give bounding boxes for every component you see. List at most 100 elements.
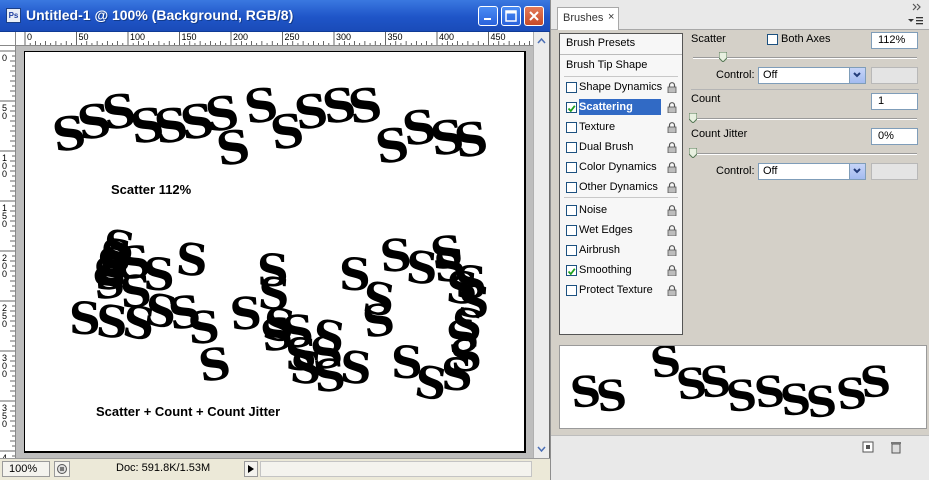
both-axes-checkbox[interactable] [767,34,778,45]
maximize-button[interactable] [501,6,521,26]
both-axes-label: Both Axes [781,33,831,45]
trash-icon[interactable] [889,440,903,454]
zoom-field[interactable]: 100% [2,461,50,477]
option-checkbox[interactable] [566,142,577,153]
maximize-icon [505,10,517,22]
preview-strokes: SSSSSSSSSSS [568,346,893,428]
lock-icon[interactable] [667,225,677,237]
scatter-slider-thumb[interactable] [719,52,728,62]
control-1-select[interactable]: Off [758,67,866,84]
checkmark-icon [567,105,576,113]
close-window-button[interactable] [524,6,544,26]
count-jitter-slider-track[interactable] [693,153,917,155]
vertical-ruler[interactable]: 050100150200250300350400 [0,46,16,458]
option-checkbox[interactable] [566,285,577,296]
option-noise[interactable]: Noise [560,201,682,221]
option-label: Wet Edges [579,224,633,236]
count-slider-thumb[interactable] [689,113,697,123]
lock-icon[interactable] [667,205,677,217]
option-checkbox[interactable] [566,182,577,193]
caption-scatter: Scatter 112% [111,182,192,197]
panel-tab-bar: Brushes × [551,0,929,30]
panel-menu-icon[interactable] [907,16,925,26]
image-canvas[interactable]: SSSSSSSSSSSSSSSSSSSSSSSSSSSSSSSSSSSSSSSS… [24,51,526,453]
lock-icon[interactable] [667,265,677,277]
control-2-select[interactable]: Off [758,163,866,180]
tab-close-icon[interactable]: × [608,11,614,23]
option-protect-texture[interactable]: Protect Texture [560,281,682,301]
option-checkbox[interactable] [566,122,577,133]
brush-stroke-preview: SSSSSSSSSSS [559,345,927,429]
lock-icon[interactable] [667,142,677,154]
count-label: Count [691,93,721,105]
lock-icon[interactable] [667,82,677,94]
dropdown-arrow-icon [849,68,865,83]
ruler-label: 0 [2,419,7,429]
ruler-label: 0 [2,219,7,229]
horizontal-scrollbar[interactable] [260,461,532,477]
option-airbrush[interactable]: Airbrush [560,241,682,261]
lock-icon[interactable] [667,285,677,297]
ruler-origin[interactable] [0,32,16,46]
status-bar: 100% Doc: 591.8K/1.53M [0,458,550,480]
scroll-down-icon[interactable] [534,442,549,456]
brush-stroke-glyph: S [338,342,373,395]
option-color-dynamics[interactable]: Color Dynamics [560,158,682,178]
ruler-label: 0 [2,269,7,279]
control-1-label: Control: [716,69,755,81]
section-divider [691,89,919,90]
ruler-label: 250 [285,32,300,42]
option-checkbox[interactable] [566,205,577,216]
option-label: Texture [579,121,616,133]
lock-icon[interactable] [667,162,677,174]
option-label: Noise [579,204,608,216]
option-checkbox[interactable] [566,102,577,113]
new-preset-icon[interactable] [861,440,875,454]
option-texture[interactable]: Texture [560,118,682,138]
lock-icon[interactable] [667,122,677,134]
scroll-up-icon[interactable] [534,34,549,48]
panel-footer [551,435,929,480]
dropdown-arrow-icon [849,164,865,179]
option-shape-dynamics[interactable]: Shape Dynamics [560,78,682,98]
option-label: Color Dynamics [579,161,657,173]
zoom-value: 100% [9,463,38,475]
pasteboard: SSSSSSSSSSSSSSSSSSSSSSSSSSSSSSSSSSSSSSSS… [16,46,533,458]
control-1-extra-field [871,67,918,84]
option-checkbox[interactable] [566,265,577,276]
option-smoothing[interactable]: Smoothing [560,261,682,281]
minimize-button[interactable] [478,6,498,26]
option-checkbox[interactable] [566,82,577,93]
count-jitter-value-field[interactable]: 0% [871,128,918,145]
horizontal-ruler[interactable]: 0 50 100 150 200 250 300 350 400 450 [16,32,533,46]
status-menu-button[interactable] [54,461,70,477]
option-checkbox[interactable] [566,245,577,256]
document-title-bar[interactable]: Ps Untitled-1 @ 100% (Background, RGB/8) [0,0,550,32]
count-jitter-label: Count Jitter [691,128,748,140]
count-value-field[interactable]: 1 [871,93,918,110]
horizontal-ruler-ticks: 0 50 100 150 200 250 300 350 400 450 [24,32,531,45]
lock-icon[interactable] [667,102,677,114]
control-2-value: Off [763,165,778,177]
lock-icon[interactable] [667,245,677,257]
collapse-double-arrow-icon[interactable] [911,2,925,12]
lock-icon[interactable] [667,182,677,194]
vertical-scrollbar[interactable] [533,32,549,458]
ruler-label: 450 [491,32,506,42]
option-checkbox[interactable] [566,162,577,173]
count-jitter-slider-thumb[interactable] [689,148,697,158]
scatter-value-field[interactable]: 112% [871,32,918,49]
control-1-value: Off [763,69,778,81]
play-arrow-icon [248,465,254,473]
option-dual-brush[interactable]: Dual Brush [560,138,682,158]
brush-stroke-glyph: S [594,370,629,422]
option-scattering[interactable]: Scattering [560,98,682,118]
status-icon [57,464,67,474]
count-slider-track[interactable] [693,118,917,120]
scatter-label: Scatter [691,33,726,45]
option-checkbox[interactable] [566,225,577,236]
option-other-dynamics[interactable]: Other Dynamics [560,178,682,198]
option-wet-edges[interactable]: Wet Edges [560,221,682,241]
status-expand-button[interactable] [244,461,258,477]
tab-brushes[interactable]: Brushes × [557,7,619,30]
